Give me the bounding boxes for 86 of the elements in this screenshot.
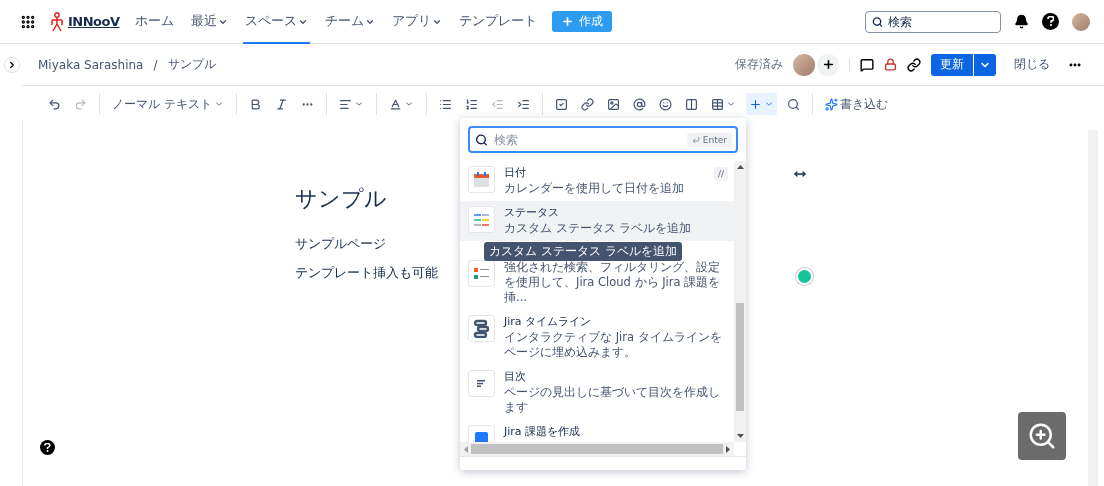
zoom-button[interactable] xyxy=(1018,412,1066,460)
item-description: カスタム ステータス ラベルを追加 xyxy=(504,221,692,236)
menu-item[interactable]: カスタム ステータス ラベルを追加 強化された検索、フィルタリング、設定を使用して、Jira Cloud から Jira 課題を挿... xyxy=(460,241,734,310)
text-style-button[interactable]: ノーマル テキスト xyxy=(109,93,227,115)
update-button[interactable]: 更新 xyxy=(931,53,973,76)
write-button[interactable]: 書き込む xyxy=(821,93,891,115)
help-icon[interactable] xyxy=(40,440,55,455)
columns-icon xyxy=(684,97,698,111)
emoji-icon xyxy=(658,97,672,111)
bullet-list-icon xyxy=(438,97,452,111)
outdent-icon xyxy=(490,97,504,111)
table-icon xyxy=(710,97,724,111)
undo-icon xyxy=(48,97,61,111)
chevron-right-icon xyxy=(7,59,17,70)
image-icon xyxy=(606,97,620,111)
bell-icon[interactable] xyxy=(1014,14,1029,29)
breadcrumb-separator: / xyxy=(153,57,158,72)
redo-icon xyxy=(74,97,87,111)
caret-icon xyxy=(403,99,414,109)
body-text: テンプレート挿入も可能 xyxy=(295,265,438,282)
caret-icon xyxy=(353,99,364,109)
menu-item[interactable]: ステータス カスタム ステータス ラベルを追加 xyxy=(460,201,734,241)
caret-icon xyxy=(725,99,736,109)
logo-text: INNooV xyxy=(68,14,120,29)
logo-figure-icon xyxy=(49,11,65,32)
nav-tab[interactable]: アプリ xyxy=(389,0,444,44)
horizontal-scrollbar[interactable] xyxy=(460,442,734,456)
numbered-list-icon xyxy=(464,97,478,111)
status-labels-icon xyxy=(473,212,490,227)
item-title: 日付 xyxy=(504,166,526,180)
scrollbar[interactable] xyxy=(734,161,746,442)
mention-icon xyxy=(632,97,646,111)
shortcut-hint: // xyxy=(713,167,728,181)
breadcrumb-link[interactable]: サンプル xyxy=(167,56,216,73)
nav-tab[interactable]: スペース xyxy=(242,0,310,44)
timeline-icon xyxy=(473,319,490,338)
saved-status: 保存済み xyxy=(735,56,783,73)
italic-icon xyxy=(274,97,288,111)
scroll-right-icon[interactable] xyxy=(726,445,730,453)
plus-icon xyxy=(748,97,762,111)
item-description: 強化された検索、フィルタリング、設定を使用して、Jira Cloud から Jira 課題を挿... xyxy=(504,260,722,305)
scroll-up-icon[interactable] xyxy=(736,165,744,169)
item-description: インタラクティブな Jira タイムラインをページに埋め込みます。 xyxy=(504,330,723,360)
scroll-down-icon[interactable] xyxy=(736,434,744,438)
item-title: 目次 xyxy=(504,370,526,384)
text-color-icon xyxy=(388,97,402,111)
sidebar-toggle[interactable] xyxy=(4,56,20,73)
menu-item[interactable]: Jira タイムライン インタラクティブな Jira タイムラインをページに埋め込みます。 xyxy=(460,310,734,365)
sparkle-icon xyxy=(824,97,838,111)
nav-tab[interactable]: チーム xyxy=(322,0,377,44)
menu-item[interactable]: 目次 ページの見出しに基づいて目次を作成します xyxy=(460,365,734,420)
plus-icon xyxy=(560,15,574,28)
page-title: サンプル xyxy=(295,185,387,213)
body-text: サンプルページ xyxy=(295,236,386,253)
caret-icon xyxy=(213,99,224,109)
calendar-icon xyxy=(473,171,490,188)
item-title: Jira タイムライン xyxy=(504,315,592,329)
app-grid-icon[interactable] xyxy=(20,13,36,30)
help-icon[interactable] xyxy=(1042,13,1059,30)
update-options-button[interactable] xyxy=(974,53,996,76)
align-icon xyxy=(338,97,352,111)
return-icon xyxy=(691,135,700,144)
close-button[interactable]: 閉じる xyxy=(1006,56,1058,73)
search-icon xyxy=(786,97,800,111)
nav-tab[interactable]: ホーム xyxy=(132,0,176,44)
user-avatar[interactable] xyxy=(1072,12,1090,31)
item-title: Jira 課題を作成 xyxy=(504,425,581,439)
item-description: ページの見出しに基づいて目次を作成します xyxy=(504,385,721,415)
caret-icon xyxy=(763,99,774,109)
outline-icon xyxy=(476,380,487,387)
item-description: カレンダーを使用して日付を追加 xyxy=(504,181,684,196)
add-collaborator-button[interactable] xyxy=(817,53,839,76)
insert-button[interactable] xyxy=(745,93,777,115)
indent-icon xyxy=(516,97,530,111)
checkbox-icon xyxy=(554,97,568,111)
breadcrumb-link[interactable]: Miyaka Sarashina xyxy=(38,57,144,72)
issue-list-icon xyxy=(473,266,490,281)
tooltip: カスタム ステータス ラベルを追加 xyxy=(484,242,682,261)
nav-tab[interactable]: 最近 xyxy=(188,0,230,44)
plus-icon xyxy=(821,58,835,71)
link-icon xyxy=(580,97,594,111)
item-title: ステータス xyxy=(504,206,559,220)
search-field[interactable]: 検索 xyxy=(865,10,1001,33)
nav-tab[interactable]: テンプレート xyxy=(456,0,539,44)
menu-item[interactable]: 日付 カレンダーを使用して日付を追加 // xyxy=(460,161,734,201)
zoom-in-icon xyxy=(1027,421,1057,451)
